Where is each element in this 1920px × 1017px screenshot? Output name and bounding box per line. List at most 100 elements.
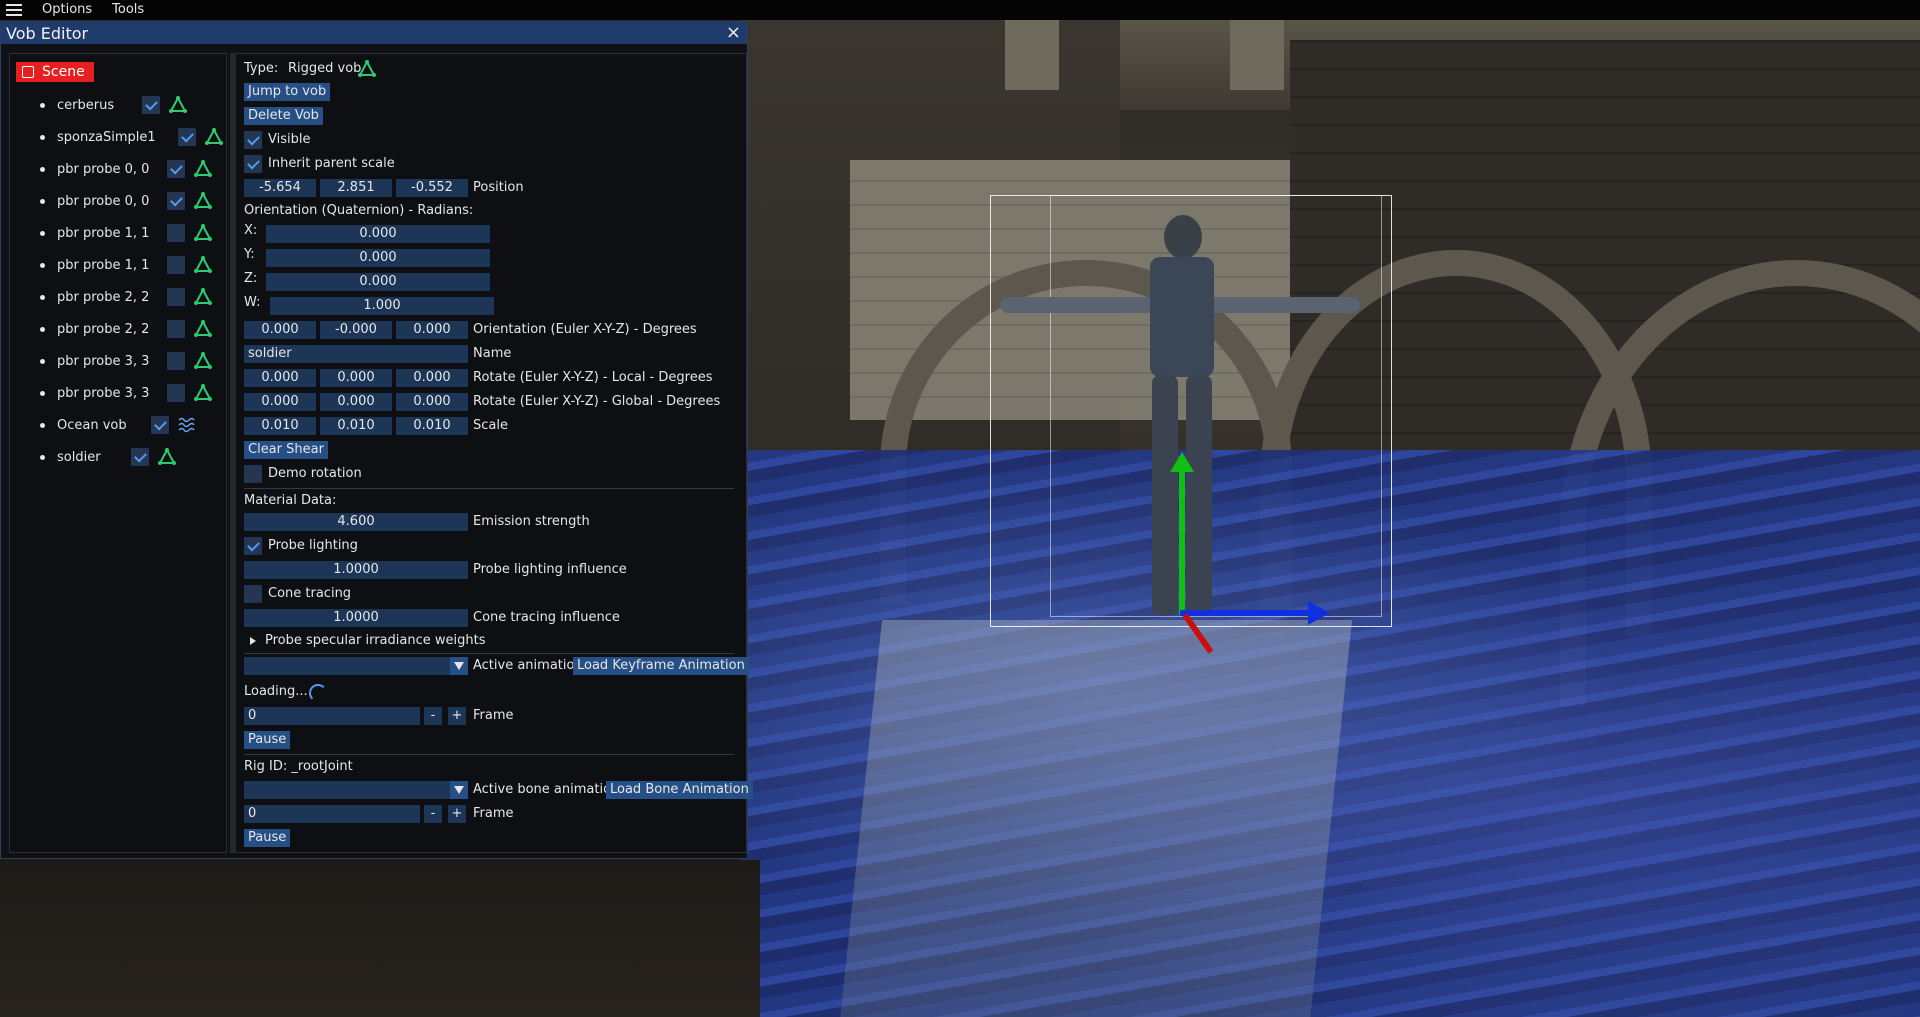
rotate-global-x-field[interactable]: 0.000 [244,393,316,411]
separator [244,653,734,654]
chevron-down-icon[interactable] [450,781,468,799]
scale-label: Scale [473,418,508,433]
active-bone-animation-label: Active bone animation [473,782,620,797]
load-keyframe-animation-button[interactable]: Load Keyframe Animation [573,657,749,675]
scene-tree-item[interactable]: pbr probe 3, 3 [40,350,149,372]
rotate-local-y-field[interactable]: 0.000 [320,369,392,387]
scene-item-visible-checkbox[interactable] [167,192,185,210]
rotate-global-label: Rotate (Euler X-Y-Z) - Global - Degrees [473,394,721,409]
scene-tree-item[interactable]: cerberus [40,94,114,116]
scene-item-visible-checkbox[interactable] [167,256,185,274]
vob-properties-panel[interactable]: Type: Rigged vob Jump to vob Delete Vob … [230,53,753,853]
rotate-local-x-field[interactable]: 0.000 [244,369,316,387]
name-field[interactable]: soldier [244,345,468,363]
rig-triangle-icon [158,447,176,465]
bone-pause-button[interactable]: Pause [244,829,291,847]
inherit-scale-checkbox[interactable] [244,155,262,173]
animation-frame-decrement-button[interactable]: - [424,707,442,725]
demo-rotation-checkbox[interactable] [244,465,262,483]
animation-frame-increment-button[interactable]: + [448,707,466,725]
menu-tools[interactable]: Tools [102,0,154,20]
scene-item-label: pbr probe 3, 3 [57,385,150,401]
clear-shear-button[interactable]: Clear Shear [244,441,328,459]
scene-item-label: cerberus [57,97,115,113]
scene-item-visible-checkbox[interactable] [131,448,149,466]
scene-item-label: Ocean vob [57,417,127,433]
animation-frame-field[interactable]: 0 [244,707,420,725]
active-bone-animation-combo[interactable] [244,781,450,799]
position-z-field[interactable]: -0.552 [396,179,468,197]
bone-frame-increment-button[interactable]: + [448,805,466,823]
menu-options[interactable]: Options [32,0,102,20]
rotate-global-z-field[interactable]: 0.000 [396,393,468,411]
scene-item-visible-checkbox[interactable] [167,224,185,242]
viewport-floor-path [837,620,1353,1017]
scene-item-visible-checkbox[interactable] [167,352,185,370]
scene-tree-root[interactable]: Scene [16,62,94,82]
scene-item-label: pbr probe 2, 2 [57,289,150,305]
rig-triangle-icon [194,255,212,273]
bone-frame-decrement-button[interactable]: - [424,805,442,823]
bone-frame-field[interactable]: 0 [244,805,420,823]
scale-x-field[interactable]: 0.010 [244,417,316,435]
quat-y-label: Y: [244,247,255,262]
scene-item-visible-checkbox[interactable] [178,128,196,146]
scene-item-visible-checkbox[interactable] [167,160,185,178]
position-x-field[interactable]: -5.654 [244,179,316,197]
scene-tree-item[interactable]: soldier [40,446,101,468]
scene-tree-item[interactable]: pbr probe 1, 1 [40,254,149,276]
scale-z-field[interactable]: 0.010 [396,417,468,435]
scene-tree-panel[interactable]: Scene cerberus sponzaSimple1 pbr probe 0, … [9,53,227,853]
chevron-down-icon[interactable] [450,657,468,675]
quat-y-field[interactable]: 0.000 [266,249,490,267]
gizmo-x-axis-arrow[interactable] [1180,601,1330,625]
position-y-field[interactable]: 2.851 [320,179,392,197]
visible-checkbox[interactable] [244,131,262,149]
probe-lighting-influence-field[interactable]: 1.0000 [244,561,468,579]
soldier-head [1164,215,1202,259]
quat-w-field[interactable]: 1.000 [270,297,494,315]
euler-y-field[interactable]: -0.000 [320,321,392,339]
euler-z-field[interactable]: 0.000 [396,321,468,339]
scene-item-visible-checkbox[interactable] [167,320,185,338]
scene-tree-item[interactable]: pbr probe 1, 1 [40,222,149,244]
scale-y-field[interactable]: 0.010 [320,417,392,435]
delete-vob-button[interactable]: Delete Vob [244,107,323,125]
rotate-global-y-field[interactable]: 0.000 [320,393,392,411]
window-title-bar[interactable]: Vob Editor × [1,22,747,44]
scene-item-visible-checkbox[interactable] [167,288,185,306]
gizmo-y-axis-arrow[interactable] [1170,452,1194,615]
emission-strength-field[interactable]: 4.600 [244,513,468,531]
quat-x-field[interactable]: 0.000 [266,225,490,243]
quat-z-field[interactable]: 0.000 [266,273,490,291]
probe-lighting-checkbox[interactable] [244,537,262,555]
scene-tree-item[interactable]: pbr probe 2, 2 [40,318,149,340]
orientation-quaternion-title: Orientation (Quaternion) - Radians: [244,203,474,218]
bone-frame-label: Frame [473,806,514,821]
close-icon[interactable]: × [726,24,741,42]
scene-tree-item[interactable]: pbr probe 3, 3 [40,382,149,404]
tree-collapsed-arrow-icon[interactable] [250,637,256,645]
vob-editor-window[interactable]: Vob Editor × Scene cerberus sponzaSimple1… [0,21,753,859]
load-bone-animation-button[interactable]: Load Bone Animation [606,781,753,799]
probe-specular-weights-node[interactable]: Probe specular irradiance weights [265,632,485,650]
probe-lighting-label: Probe lighting [268,538,358,553]
scene-tree-item[interactable]: sponzaSimple1 [40,126,156,148]
active-animation-combo[interactable] [244,657,450,675]
scene-tree-item[interactable]: pbr probe 0, 0 [40,190,149,212]
scene-tree-item[interactable]: pbr probe 2, 2 [40,286,149,308]
cone-tracing-checkbox[interactable] [244,585,262,603]
scene-item-visible-checkbox[interactable] [151,416,169,434]
water-waves-icon [178,417,195,433]
jump-to-vob-button[interactable]: Jump to vob [244,83,331,101]
scene-tree-item[interactable]: Ocean vob [40,414,127,436]
euler-x-field[interactable]: 0.000 [244,321,316,339]
type-label: Type: [244,61,279,76]
scene-tree-item[interactable]: pbr probe 0, 0 [40,158,149,180]
scene-item-visible-checkbox[interactable] [167,384,185,402]
hamburger-menu-icon[interactable] [6,4,22,16]
scene-item-visible-checkbox[interactable] [142,96,160,114]
cone-tracing-influence-field[interactable]: 1.0000 [244,609,468,627]
animation-pause-button[interactable]: Pause [244,731,291,749]
rotate-local-z-field[interactable]: 0.000 [396,369,468,387]
